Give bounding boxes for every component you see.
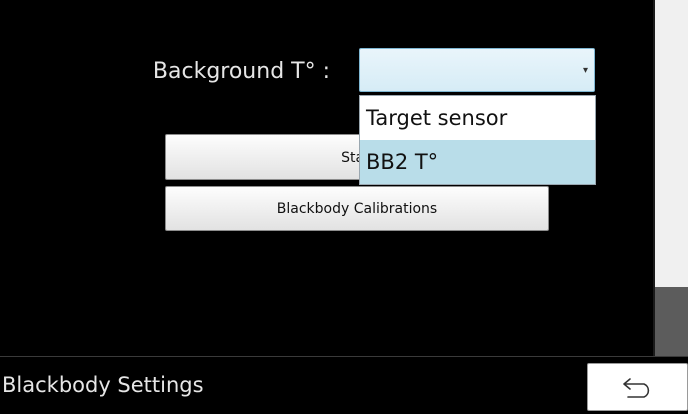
background-temperature-select[interactable]: ▾ — [359, 48, 595, 92]
settings-panel: Background T° : ▾ Stab Blackbody Calibra… — [0, 0, 653, 356]
dropdown-option-bb2-temperature[interactable]: BB2 T° — [360, 140, 595, 184]
dropdown-option-target-sensor[interactable]: Target sensor — [360, 96, 595, 140]
back-button[interactable] — [587, 363, 688, 411]
vertical-scrollbar[interactable] — [655, 0, 688, 356]
background-temperature-dropdown-list: Target sensor BB2 T° — [359, 95, 596, 185]
blackbody-settings-screen: Background T° : ▾ Stab Blackbody Calibra… — [0, 0, 688, 414]
scrollbar-thumb[interactable] — [655, 287, 688, 356]
blackbody-calibrations-button[interactable]: Blackbody Calibrations — [165, 186, 549, 231]
footer-bar: Blackbody Settings — [0, 356, 688, 414]
page-title: Blackbody Settings — [2, 373, 204, 397]
blackbody-calibrations-button-label: Blackbody Calibrations — [276, 201, 438, 217]
background-temperature-label: Background T° : — [152, 59, 330, 84]
back-arrow-icon — [623, 378, 650, 398]
chevron-down-icon[interactable]: ▾ — [583, 66, 588, 76]
